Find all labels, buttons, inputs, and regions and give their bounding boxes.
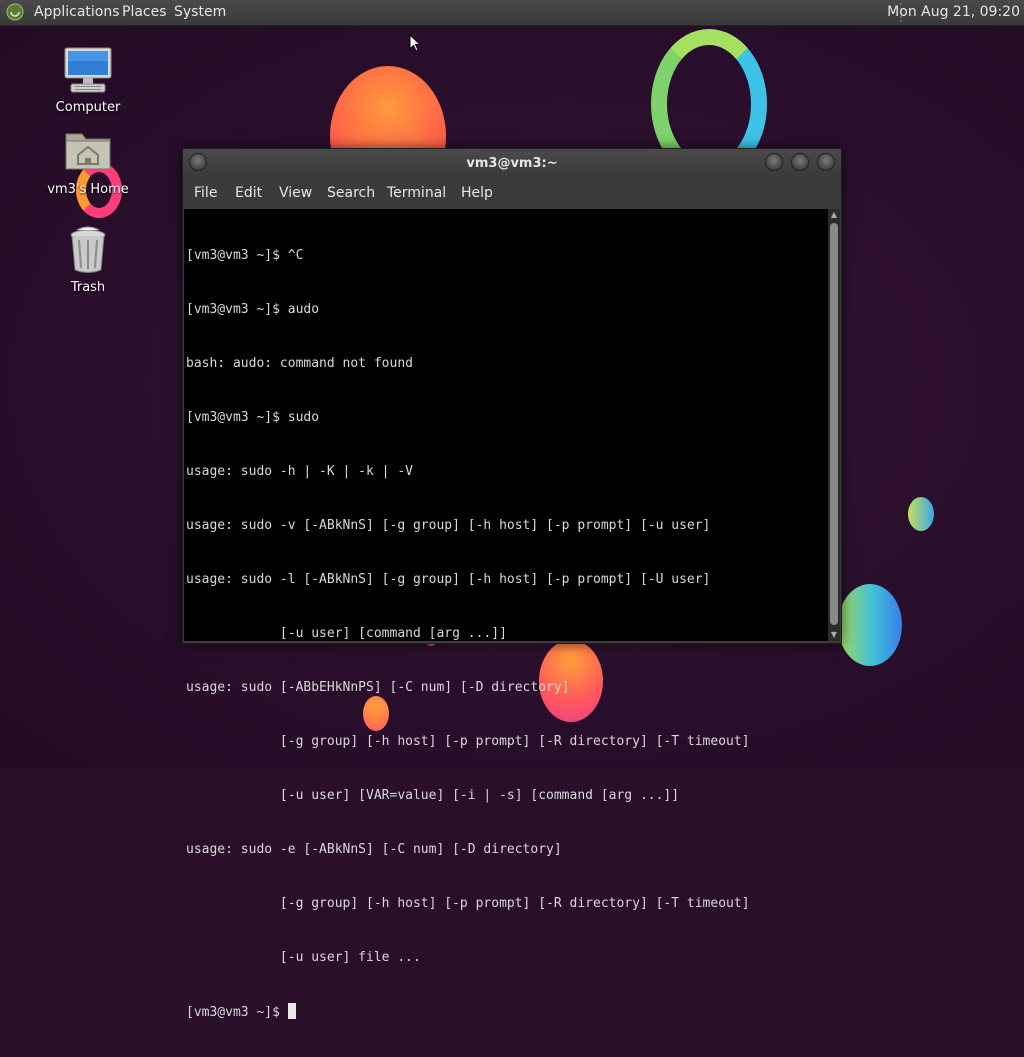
mouse-pointer-icon: [409, 33, 423, 58]
terminal-line: [-u user] [command [arg ...]]: [186, 626, 507, 641]
terminal-window: vm3@vm3:~ File Edit View Search Terminal…: [182, 148, 842, 1020]
terminal-line: usage: sudo -l [-ABkNnS] [-g group] [-h …: [186, 572, 711, 587]
top-panel: Applications Places System Mon Aug 21, 0…: [0, 0, 1024, 26]
minimize-button[interactable]: [765, 153, 783, 171]
terminal-line: bash: audo: command not found: [186, 356, 413, 371]
close-button[interactable]: [817, 153, 835, 171]
terminal-line: usage: sudo -e [-ABkNnS] [-C num] [-D di…: [186, 842, 562, 857]
terminal-line: [-u user] file ...: [186, 950, 421, 965]
scrollbar-thumb[interactable]: [830, 223, 838, 625]
terminal-menubar: File Edit View Search Terminal Help: [183, 179, 841, 209]
desktop-icon-label: Trash: [70, 280, 106, 295]
terminal-text: [vm3@vm3 ~]$ ^C [vm3@vm3 ~]$ audo bash: …: [184, 209, 828, 1057]
terminal-line: [-u user] [VAR=value] [-i | -s] [command…: [186, 788, 680, 803]
window-title: vm3@vm3:~: [466, 156, 558, 171]
menu-search[interactable]: Search: [327, 185, 375, 201]
wallpaper-teal-blob: [838, 584, 902, 666]
terminal-line: usage: sudo -v [-ABkNnS] [-g group] [-h …: [186, 518, 711, 533]
terminal-line: [vm3@vm3 ~]$ audo: [186, 302, 320, 317]
desktop-icon-home[interactable]: vm3's Home: [40, 128, 136, 197]
desktop-icon-computer[interactable]: Computer: [40, 46, 136, 115]
window-titlebar[interactable]: vm3@vm3:~: [183, 149, 841, 179]
menu-terminal[interactable]: Terminal: [387, 185, 446, 201]
desktop-icon-label: Computer: [55, 100, 121, 115]
terminal-scrollbar[interactable]: ▲ ▼: [828, 209, 840, 641]
trash-icon: [63, 226, 113, 276]
terminal-output[interactable]: [vm3@vm3 ~]$ ^C [vm3@vm3 ~]$ audo bash: …: [184, 209, 828, 1020]
terminal-line: usage: sudo -h | -K | -k | -V: [186, 464, 413, 479]
terminal-prompt-line: [vm3@vm3 ~]$: [186, 1003, 828, 1021]
text-cursor: [287, 1003, 296, 1019]
panel-menu-system[interactable]: System: [174, 4, 226, 20]
maximize-button[interactable]: [791, 153, 809, 171]
menu-help[interactable]: Help: [461, 185, 493, 201]
mate-logo-icon[interactable]: [6, 3, 24, 21]
terminal-line: [vm3@vm3 ~]$ ^C: [186, 248, 304, 263]
scroll-down-arrow-icon[interactable]: ▼: [828, 629, 840, 641]
panel-menu-places[interactable]: Places: [122, 4, 167, 20]
desktop-icon-label: vm3's Home: [47, 182, 129, 197]
desktop-icon-trash[interactable]: Trash: [40, 226, 136, 295]
terminal-line: [-g group] [-h host] [-p prompt] [-R dir…: [186, 734, 750, 749]
clock[interactable]: Mon Aug 21, 09:20: [887, 4, 1020, 20]
terminal-line: [-g group] [-h host] [-p prompt] [-R dir…: [186, 896, 750, 911]
panel-menu-applications[interactable]: Applications: [34, 4, 120, 20]
wallpaper-teal-dot: [908, 497, 934, 531]
terminal-prompt: [vm3@vm3 ~]$: [186, 1005, 288, 1020]
menu-file[interactable]: File: [194, 185, 217, 201]
menu-view[interactable]: View: [279, 185, 312, 201]
terminal-line: usage: sudo [-ABbEHkNnPS] [-C num] [-D d…: [186, 680, 570, 695]
computer-icon: [63, 46, 113, 96]
menu-edit[interactable]: Edit: [235, 185, 262, 201]
home-folder-icon: [63, 128, 113, 178]
scroll-up-arrow-icon[interactable]: ▲: [828, 209, 840, 221]
terminal-line: [vm3@vm3 ~]$ sudo: [186, 410, 320, 425]
